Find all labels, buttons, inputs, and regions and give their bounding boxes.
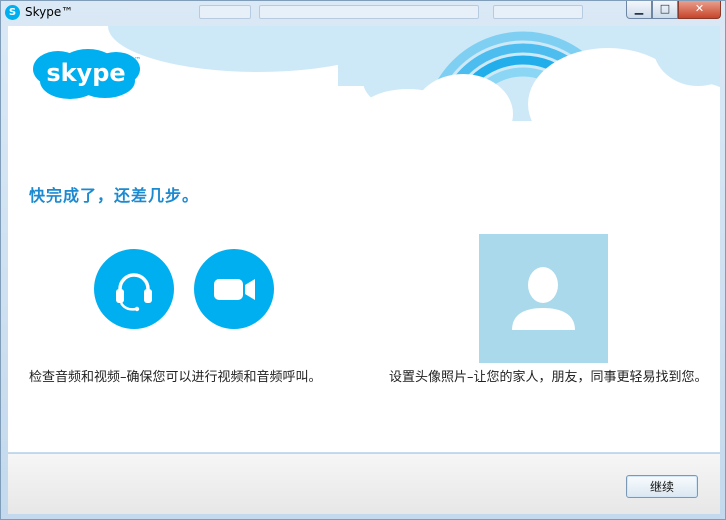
- audio-check-button[interactable]: [94, 249, 174, 329]
- logo-trademark: ™: [134, 56, 141, 64]
- video-camera-icon: [214, 279, 255, 300]
- profile-photo-placeholder[interactable]: [479, 234, 608, 363]
- window-controls: ▁ □ ✕: [626, 1, 721, 20]
- window-title: Skype™: [25, 5, 74, 19]
- close-icon: ✕: [694, 2, 705, 15]
- skype-window: S Skype™ ▁ □ ✕ skype ™ 快完成了，还差几步。 检查音频和视…: [0, 0, 726, 520]
- setup-panel: skype ™ 快完成了，还差几步。 检查音频和视频–确保您可以进行视频和音频呼…: [8, 26, 720, 452]
- profile-photo-description: 设置头像照片–让您的家人，朋友，同事更轻易找到您。: [389, 370, 708, 385]
- background-window-tab: [199, 5, 251, 19]
- video-check-button[interactable]: [194, 249, 274, 329]
- minimize-button[interactable]: ▁: [626, 1, 652, 19]
- background-window-tab: [259, 5, 479, 19]
- close-button[interactable]: ✕: [678, 1, 721, 19]
- page-heading: 快完成了，还差几步。: [29, 186, 200, 205]
- continue-button[interactable]: 继续: [626, 475, 698, 498]
- footer-bar: 继续: [8, 453, 720, 514]
- headset-icon: [116, 273, 152, 312]
- skype-logo-icon: skype ™: [33, 49, 141, 99]
- audio-video-description: 检查音频和视频–确保您可以进行视频和音频呼叫。: [29, 370, 322, 385]
- logo-wordmark: skype: [46, 59, 125, 87]
- maximize-icon: □: [659, 2, 671, 15]
- minimize-icon: ▁: [634, 2, 644, 15]
- background-window-tab: [493, 5, 583, 19]
- avatar-placeholder-icon: [512, 267, 575, 330]
- maximize-button[interactable]: □: [652, 1, 678, 19]
- skype-app-icon: S: [5, 5, 20, 20]
- title-bar[interactable]: S Skype™ ▁ □ ✕: [1, 1, 725, 25]
